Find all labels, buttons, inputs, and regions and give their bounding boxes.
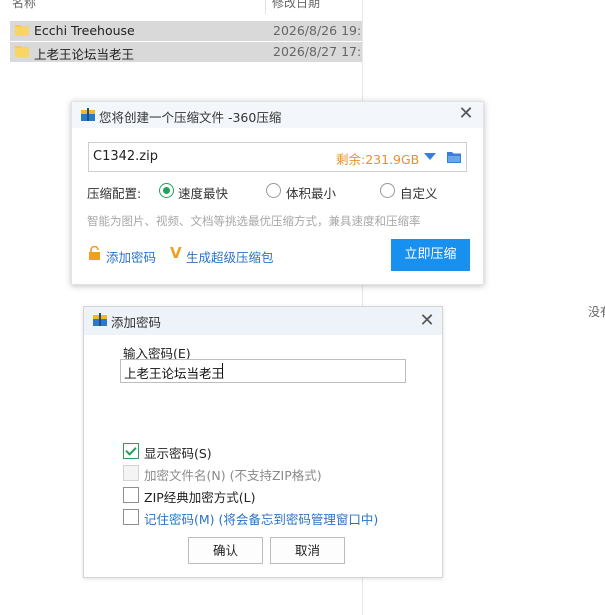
remember-password-checkbox[interactable]	[123, 509, 139, 525]
password-input[interactable]: 上老王论坛当老王	[120, 359, 406, 383]
browse-folder-icon[interactable]	[447, 151, 461, 163]
dialog-title-bar[interactable]: 添加密码 ✕	[84, 307, 442, 335]
lock-icon	[89, 246, 100, 260]
zip-app-icon	[81, 108, 95, 121]
encrypt-filenames-checkbox	[123, 465, 139, 481]
show-password-label[interactable]: 显示密码(S)	[144, 443, 212, 462]
encrypt-filenames-label: 加密文件名(N) (不支持ZIP格式)	[144, 468, 322, 483]
text-caret	[222, 363, 223, 378]
zip-classic-label[interactable]: ZIP经典加密方式(L)	[144, 487, 256, 506]
option-smallest-label[interactable]: 体积最小	[286, 183, 336, 202]
radio-custom[interactable]	[380, 183, 395, 198]
add-password-link[interactable]: 添加密码	[106, 247, 156, 266]
zip-app-icon	[93, 313, 107, 326]
super-pack-link[interactable]: 生成超级压缩包	[186, 247, 274, 266]
ok-button[interactable]: 确认	[188, 537, 263, 564]
file-name: 上老王论坛当老王	[34, 47, 135, 62]
remember-password-label[interactable]: 记住密码(M) (将会备忘到密码管理窗口中)	[144, 509, 378, 528]
side-status-text: 没有	[588, 305, 605, 319]
column-name-header[interactable]: 名称	[12, 0, 36, 11]
cancel-button[interactable]: 取消	[270, 537, 345, 564]
folder-icon	[15, 46, 29, 57]
compress-dialog: 您将创建一个压缩文件 -360压缩 ✕ C1342.zip 剩余:231.9GB…	[71, 101, 484, 285]
radio-smallest[interactable]	[266, 183, 281, 198]
close-icon[interactable]: ✕	[419, 312, 435, 330]
password-dialog: 添加密码 ✕ 输入密码(E) 上老王论坛当老王 显示密码(S) 加密文件名(N)…	[83, 306, 443, 578]
file-date: 2026/8/26 19:30	[273, 23, 362, 38]
file-row[interactable]: 上老王论坛当老王 2026/8/27 17:12	[10, 42, 362, 62]
free-space-label: 剩余:231.9GB	[336, 152, 420, 167]
dialog-title-bar[interactable]: 您将创建一个压缩文件 -360压缩 ✕	[72, 102, 483, 128]
dialog-title: 您将创建一个压缩文件 -360压缩	[99, 110, 282, 125]
radio-fastest[interactable]	[159, 183, 174, 198]
show-password-checkbox[interactable]	[123, 443, 139, 459]
dialog-title: 添加密码	[111, 315, 162, 330]
super-pack-icon: V	[170, 244, 182, 262]
file-name: Ecchi Treehouse	[34, 23, 135, 38]
compress-config-label: 压缩配置:	[87, 186, 142, 201]
folder-icon	[15, 25, 29, 36]
column-divider[interactable]	[265, 0, 266, 14]
zip-classic-checkbox[interactable]	[123, 487, 139, 503]
dropdown-arrow-icon[interactable]	[424, 153, 436, 160]
option-fastest-label[interactable]: 速度最快	[178, 183, 228, 202]
password-value: 上老王论坛当老王	[124, 366, 225, 381]
file-date: 2026/8/27 17:12	[273, 44, 362, 59]
column-date-header[interactable]: 修改日期	[272, 0, 320, 11]
compression-hint: 智能为图片、视频、文档等挑选最优压缩方式，兼具速度和压缩率	[87, 214, 421, 228]
file-row[interactable]: Ecchi Treehouse 2026/8/26 19:30	[10, 21, 362, 41]
archive-path-input[interactable]: C1342.zip 剩余:231.9GB	[88, 142, 467, 172]
archive-filename: C1342.zip	[93, 149, 158, 164]
close-icon[interactable]: ✕	[458, 105, 474, 123]
option-custom-label[interactable]: 自定义	[400, 183, 438, 202]
column-header: 名称 修改日期	[0, 0, 363, 14]
compress-now-button[interactable]: 立即压缩	[391, 239, 470, 271]
